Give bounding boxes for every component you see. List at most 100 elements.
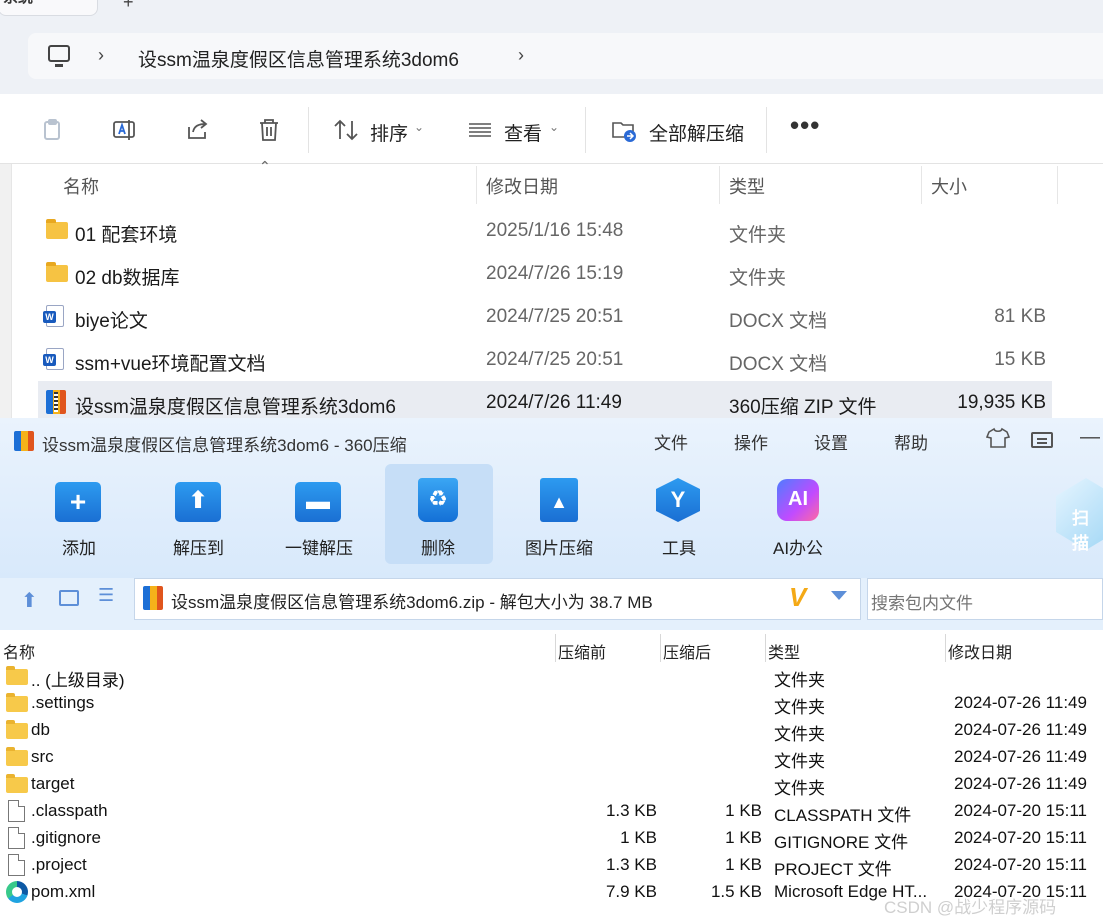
view-button[interactable]: 查看 [504, 119, 542, 146]
zip-col-after[interactable]: 压缩后 [663, 639, 711, 663]
zip-entry-row[interactable]: db 文件夹 2024-07-26 11:49 [0, 717, 1103, 744]
extract-all-icon[interactable] [611, 117, 637, 143]
verified-v-icon[interactable]: V [789, 582, 806, 613]
tool-tools[interactable]: 工具 [662, 534, 696, 559]
recycle-delete-icon[interactable]: ♻ [418, 478, 458, 522]
sort-icon[interactable] [333, 117, 359, 143]
tool-image-compress[interactable]: 图片压缩 [525, 534, 593, 559]
thumbnail-view-icon[interactable] [59, 590, 79, 606]
entry-type: PROJECT 文件 [774, 860, 892, 879]
extract-to-icon[interactable]: ⬆ [175, 482, 221, 522]
explorer-tab[interactable]: 系统 × [0, 0, 98, 16]
menu-help[interactable]: 帮助 [894, 429, 928, 454]
paste-icon[interactable] [40, 117, 66, 143]
column-header-name[interactable]: 名称 [63, 173, 99, 199]
sort-button[interactable]: 排序 [370, 119, 408, 146]
entry-size-before: 7.9 KB [605, 882, 657, 901]
view-caret-icon[interactable]: ⌄ [549, 120, 559, 134]
image-compress-icon[interactable]: ▲ [540, 478, 578, 522]
tab-close-icon[interactable]: × [3, 0, 12, 3]
zip-column-header [0, 630, 1103, 664]
column-divider[interactable] [660, 634, 661, 662]
breadcrumb-chevron-icon[interactable]: › [98, 45, 104, 66]
minimize-button[interactable]: — [1080, 426, 1100, 449]
entry-type: 文件夹 [774, 752, 825, 771]
more-options-button[interactable]: ••• [790, 110, 820, 141]
list-view-icon[interactable]: ☰ [98, 585, 114, 606]
entry-type: 文件夹 [774, 698, 825, 717]
file-name: 01 配套环境 [75, 225, 178, 246]
share-icon[interactable] [185, 117, 211, 143]
column-divider[interactable] [765, 634, 766, 662]
zip-entry-row[interactable]: src 文件夹 2024-07-26 11:49 [0, 744, 1103, 771]
file-icon [8, 800, 25, 822]
breadcrumb-current[interactable]: 设ssm温泉度假区信息管理系统3dom6 [138, 45, 459, 72]
file-name: ssm+vue环境配置文档 [75, 354, 266, 375]
tool-ai-office[interactable]: AI办公 [773, 534, 823, 559]
explorer-file-row[interactable]: 02 db数据库 2024/7/26 15:19 文件夹 [38, 252, 1052, 295]
column-divider[interactable] [555, 634, 556, 662]
sort-caret-icon[interactable]: ⌄ [414, 120, 424, 134]
tool-add[interactable]: 添加 [62, 534, 96, 559]
new-tab-button[interactable]: + [123, 0, 134, 13]
column-divider[interactable] [1057, 166, 1058, 204]
entry-name: target [31, 774, 75, 793]
file-date: 2024/7/26 11:49 [486, 392, 622, 413]
feedback-icon[interactable] [1031, 432, 1053, 448]
zip-entry-row[interactable]: .. (上级目录) 文件夹 [0, 663, 1103, 690]
up-arrow-icon[interactable]: ⬆ [21, 588, 38, 613]
this-pc-icon[interactable] [48, 45, 70, 67]
navigation-pane-edge [0, 164, 12, 418]
toolbar-divider [585, 107, 586, 153]
zip-col-type[interactable]: 类型 [768, 639, 800, 663]
column-divider[interactable] [719, 166, 720, 204]
tool-extract-to[interactable]: 解压到 [173, 534, 224, 559]
entry-name: .. (上级目录) [31, 671, 125, 690]
entry-size-before: 1.3 KB [605, 855, 657, 874]
zip-entry-row[interactable]: .settings 文件夹 2024-07-26 11:49 [0, 690, 1103, 717]
column-header-type[interactable]: 类型 [729, 173, 765, 199]
entry-date: 2024-07-26 11:49 [954, 774, 1087, 793]
view-icon[interactable] [467, 117, 493, 143]
ai-office-icon[interactable]: AI [777, 479, 819, 521]
zip-col-before[interactable]: 压缩前 [558, 639, 606, 663]
add-folder-icon[interactable]: + [55, 482, 101, 522]
folder-icon [46, 262, 68, 282]
zip-entry-row[interactable]: .classpath 1.3 KB 1 KB CLASSPATH 文件 2024-07-… [0, 798, 1103, 825]
path-dropdown-icon[interactable] [831, 591, 847, 600]
scan-label[interactable]: 扫描 [1072, 504, 1103, 554]
delete-icon[interactable] [256, 117, 282, 143]
tool-delete[interactable]: 删除 [421, 534, 455, 559]
menu-file[interactable]: 文件 [654, 429, 688, 454]
menu-settings[interactable]: 设置 [814, 429, 848, 454]
menu-operation[interactable]: 操作 [734, 429, 768, 454]
zip-entry-row[interactable]: target 文件夹 2024-07-26 11:49 [0, 771, 1103, 798]
explorer-file-row[interactable]: biye论文 2024/7/25 20:51 DOCX 文档 81 KB [38, 295, 1052, 338]
csdn-watermark: CSDN @战少程序源码 [884, 898, 1057, 917]
column-header-size[interactable]: 大小 [931, 173, 967, 199]
explorer-file-row[interactable]: 01 配套环境 2025/1/16 15:48 文件夹 [38, 209, 1052, 252]
archive-search-input[interactable] [867, 578, 1103, 620]
entry-name: .project [31, 855, 87, 874]
zip-col-name[interactable]: 名称 [3, 639, 35, 663]
column-header-date[interactable]: 修改日期 [486, 173, 558, 199]
extract-all-button[interactable]: 全部解压缩 [649, 119, 744, 146]
tool-one-click-extract[interactable]: 一键解压 [285, 534, 353, 559]
zip-app-icon [14, 431, 34, 451]
one-click-extract-icon[interactable]: ▬ [295, 482, 341, 522]
zip-col-date[interactable]: 修改日期 [948, 639, 1012, 663]
explorer-file-row[interactable]: ssm+vue环境配置文档 2024/7/25 20:51 DOCX 文档 15 KB [38, 338, 1052, 381]
column-divider[interactable] [476, 166, 477, 204]
zip-entry-row[interactable]: .gitignore 1 KB 1 KB GITIGNORE 文件 2024-07-20… [0, 825, 1103, 852]
entry-date: 2024-07-20 15:11 [954, 801, 1087, 820]
column-divider[interactable] [945, 634, 946, 662]
breadcrumb-chevron-icon[interactable]: › [518, 45, 524, 66]
entry-type: GITIGNORE 文件 [774, 833, 909, 852]
rename-icon[interactable] [112, 117, 138, 143]
entry-type: 文件夹 [774, 671, 825, 690]
entry-size-after: 1 KB [725, 828, 762, 847]
column-divider[interactable] [921, 166, 922, 204]
skin-shirt-icon[interactable] [986, 427, 1010, 449]
file-date: 2025/1/16 15:48 [486, 220, 624, 241]
zip-entry-row[interactable]: .project 1.3 KB 1 KB PROJECT 文件 2024-07-20 1… [0, 852, 1103, 879]
